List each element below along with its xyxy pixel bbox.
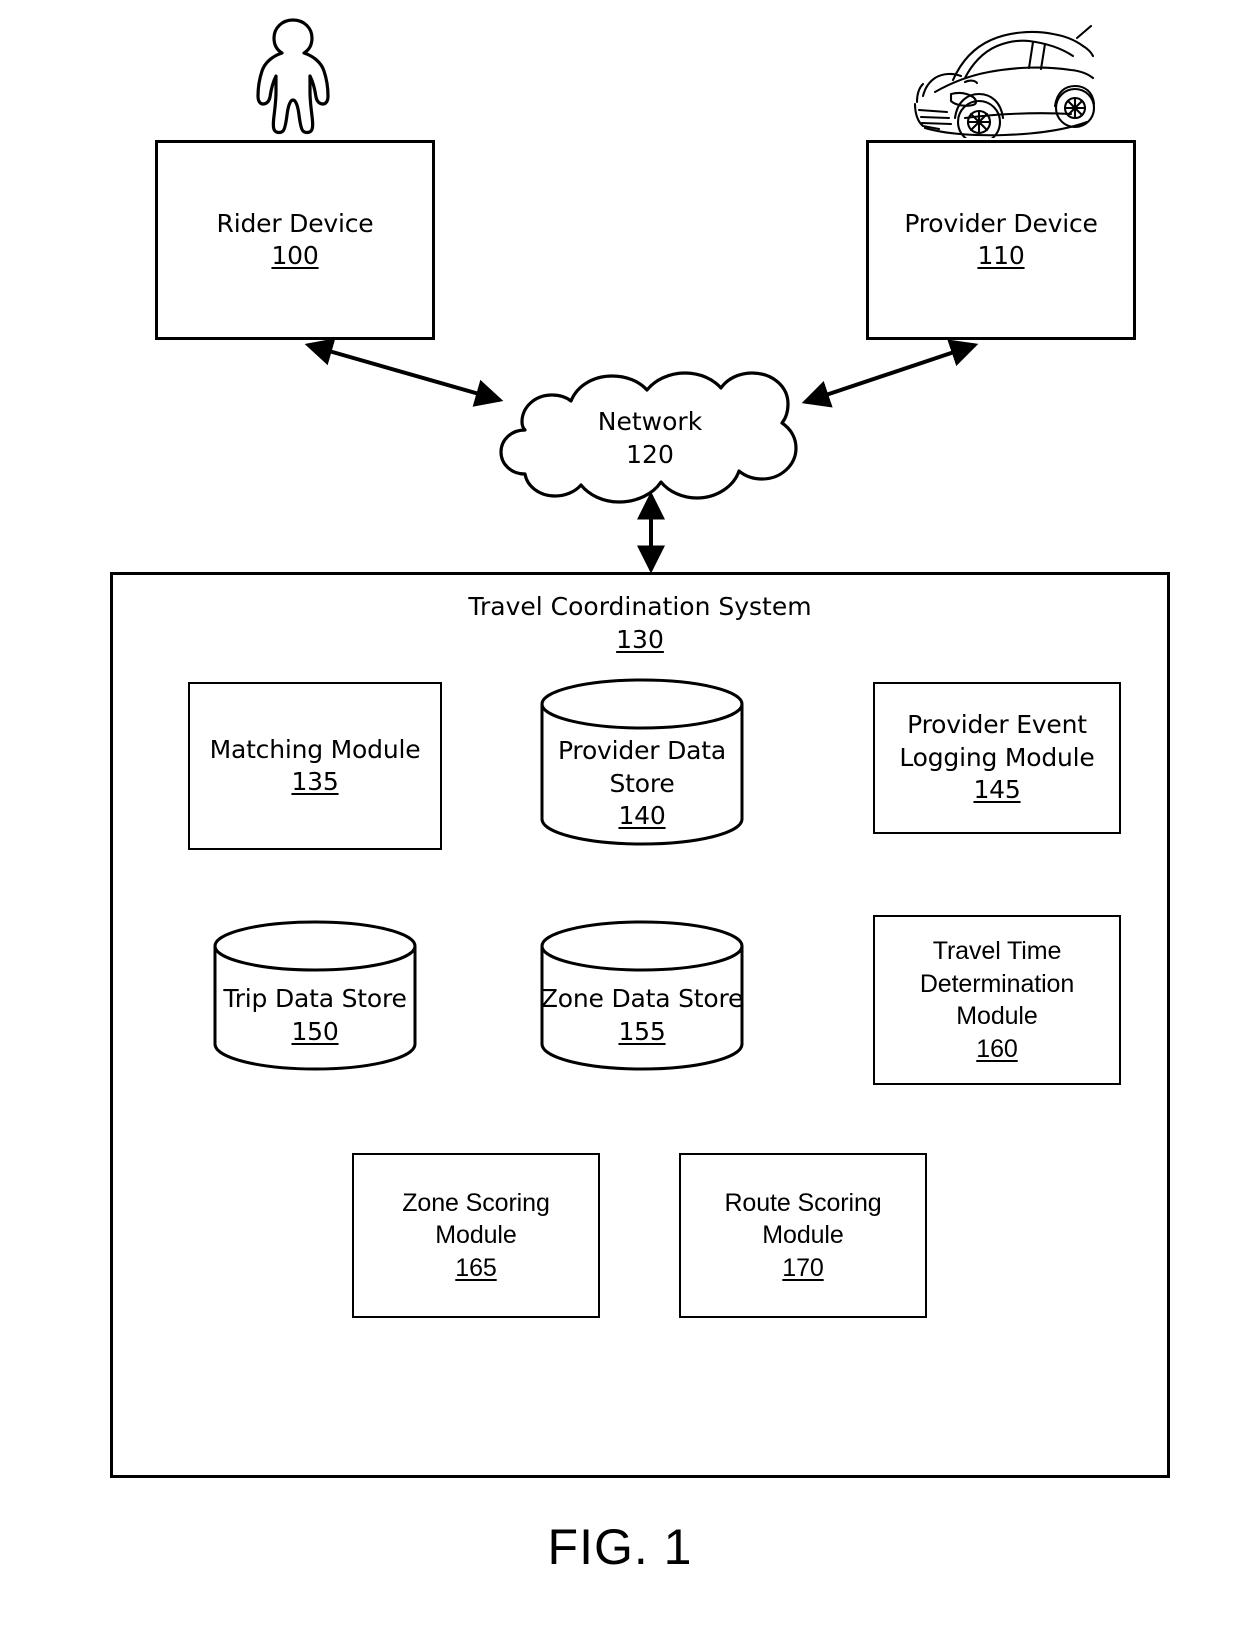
provider-event-logging-line2: Logging Module: [899, 742, 1095, 772]
zone-scoring-line2: Module: [435, 1221, 517, 1250]
zone-scoring-module-box: Zone Scoring Module 165: [352, 1153, 600, 1318]
travel-time-line1: Travel Time: [932, 937, 1062, 965]
provider-data-store-label-line1: Provider Data: [558, 736, 726, 765]
zone-data-store-cylinder: Zone Data Store 155: [540, 920, 744, 1071]
travel-time-ref: 160: [976, 1034, 1018, 1063]
person-icon: [248, 16, 338, 136]
system-ref: 130: [616, 624, 664, 654]
provider-device-ref: 110: [977, 241, 1025, 270]
network-label-group: Network 120: [485, 405, 815, 471]
zone-scoring-ref: 165: [455, 1253, 497, 1282]
provider-data-store-cylinder: Provider Data Store 140: [540, 678, 744, 846]
network-ref: 120: [626, 440, 674, 469]
zone-data-store-ref: 155: [618, 1016, 666, 1046]
provider-device-box: Provider Device 110: [866, 140, 1136, 340]
provider-data-store-ref: 140: [618, 801, 666, 830]
matching-module-label: Matching Module: [209, 734, 421, 764]
provider-event-logging-line1: Provider Event: [907, 710, 1087, 740]
connector-provider-to-network: [801, 339, 979, 408]
connector-rider-to-network: [304, 338, 504, 407]
zone-data-store-label: Zone Data Store: [540, 984, 744, 1013]
route-scoring-line1: Route Scoring: [724, 1188, 882, 1217]
travel-time-line2: Determination: [919, 969, 1075, 998]
trip-data-store-label: Trip Data Store: [223, 984, 407, 1013]
rider-device-box: Rider Device 100: [155, 140, 435, 340]
provider-event-logging-ref: 145: [973, 775, 1021, 805]
trip-data-store-label-group: Trip Data Store 150: [213, 983, 417, 1048]
trip-data-store-cylinder: Trip Data Store 150: [213, 920, 417, 1071]
provider-device-label: Provider Device: [904, 209, 1098, 238]
car-icon: [905, 18, 1096, 145]
provider-data-store-label-group: Provider Data Store 140: [540, 735, 744, 833]
matching-module-box: Matching Module 135: [188, 682, 442, 850]
zone-scoring-line1: Zone Scoring: [402, 1188, 550, 1217]
travel-coordination-system-box: Travel Coordination System 130 Matching …: [110, 572, 1170, 1478]
figure-caption: FIG. 1: [547, 1519, 693, 1575]
rider-device-ref: 100: [271, 241, 319, 270]
zone-data-store-label-group: Zone Data Store 155: [540, 983, 744, 1048]
route-scoring-module-box: Route Scoring Module 170: [679, 1153, 927, 1318]
route-scoring-ref: 170: [782, 1253, 824, 1282]
travel-time-determination-module-box: Travel Time Determination Module 160: [873, 915, 1121, 1085]
matching-module-ref: 135: [291, 767, 339, 796]
system-title: Travel Coordination System: [468, 592, 812, 621]
network-cloud: Network 120: [485, 368, 815, 508]
provider-event-logging-module-box: Provider Event Logging Module 145: [873, 682, 1121, 834]
system-title-group: Travel Coordination System 130: [113, 591, 1167, 656]
travel-time-line3: Module: [956, 1002, 1038, 1030]
trip-data-store-ref: 150: [291, 1016, 339, 1046]
provider-data-store-label-line2: Store: [609, 768, 675, 798]
network-label: Network: [597, 407, 703, 436]
route-scoring-line2: Module: [762, 1221, 844, 1250]
rider-device-label: Rider Device: [216, 209, 374, 238]
